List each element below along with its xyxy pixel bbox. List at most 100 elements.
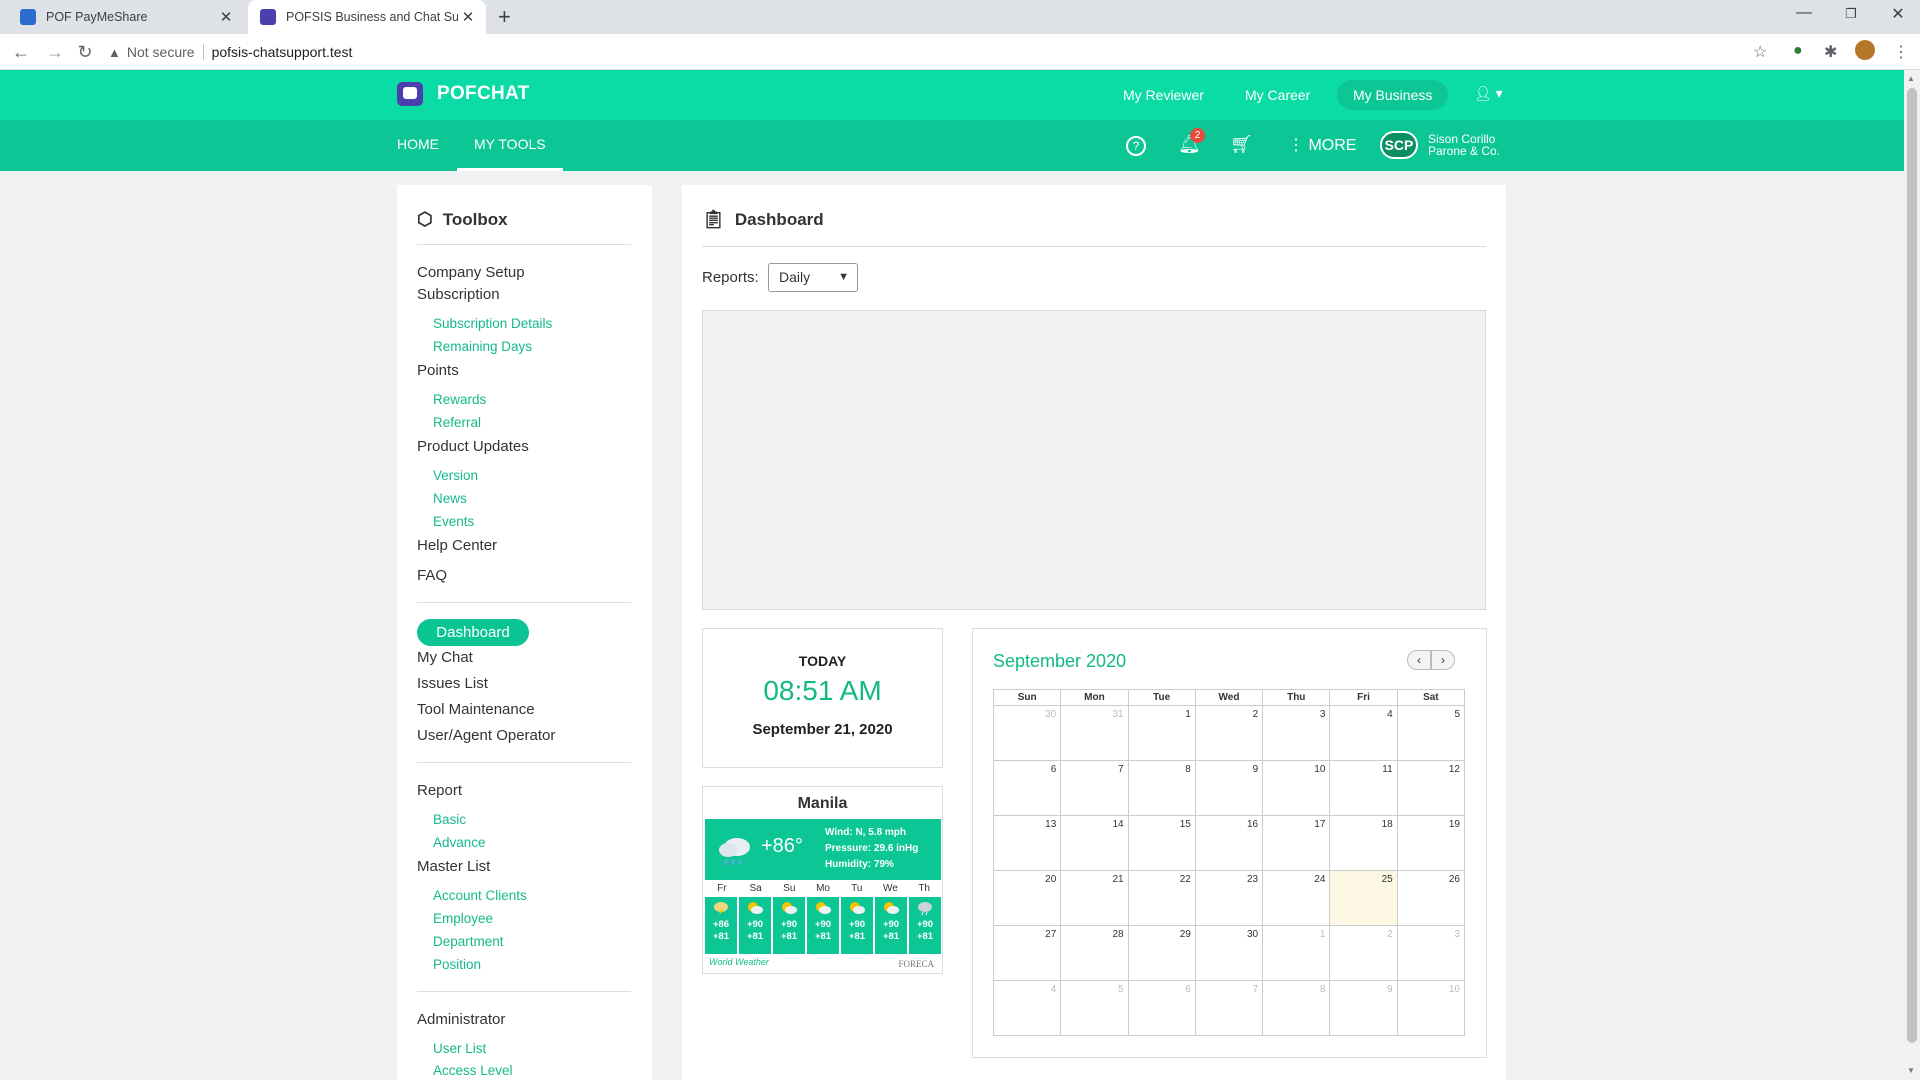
calendar-day[interactable]: 3 [1262,705,1331,761]
calendar-day[interactable]: 22 [1127,870,1196,926]
sidebar-item-account-clients[interactable]: Account Clients [433,888,527,903]
calendar-day[interactable]: 2 [1329,925,1398,981]
calendar-day[interactable]: 11 [1329,760,1398,816]
sidebar-item-master-list[interactable]: Master List [417,858,490,875]
sidebar-item-subscription[interactable]: Subscription [417,286,500,303]
calendar-day[interactable]: 20 [992,870,1062,926]
sidebar-item-report[interactable]: Report [417,782,462,799]
forward-icon[interactable]: → [44,41,66,63]
calendar-day[interactable]: 16 [1194,815,1264,871]
sidebar-item-employee[interactable]: Employee [433,911,493,926]
nav-my-business[interactable]: My Business [1337,80,1449,110]
sidebar-item-tool-maintenance[interactable]: Tool Maintenance [417,701,535,718]
close-tab-icon[interactable]: ✕ [216,8,236,26]
calendar-day[interactable]: 28 [1060,925,1129,981]
subnav-my-tools[interactable]: MY TOOLS [457,120,563,171]
browser-menu-icon[interactable]: ⋮ [1893,42,1909,62]
calendar-day[interactable]: 6 [992,760,1062,816]
minimize-icon[interactable]: — [1794,4,1814,22]
sidebar-item-rewards[interactable]: Rewards [433,392,486,407]
calendar-day[interactable]: 9 [1329,980,1398,1036]
scrollbar-thumb[interactable] [1907,88,1917,1043]
extension-icon[interactable]: ● [1793,42,1803,60]
calendar-day[interactable]: 10 [1262,760,1331,816]
calendar-day[interactable]: 3 [1396,925,1466,981]
calendar-day[interactable]: 8 [1127,760,1196,816]
calendar-day[interactable]: 7 [1194,980,1264,1036]
calendar-day[interactable]: 1 [1262,925,1331,981]
calendar-day[interactable]: 26 [1396,870,1466,926]
sidebar-item-remaining-days[interactable]: Remaining Days [433,339,532,354]
sidebar-item-user-list[interactable]: User List [433,1041,486,1056]
calendar-day[interactable]: 27 [992,925,1062,981]
calendar-day[interactable]: 7 [1060,760,1129,816]
bookmark-star-icon[interactable]: ☆ [1753,42,1767,62]
calendar-day-highlighted[interactable]: 25 [1329,870,1398,926]
new-tab-icon[interactable]: + [498,5,511,29]
calendar-day[interactable]: 2 [1194,705,1264,761]
calendar-day[interactable]: 13 [992,815,1062,871]
sidebar-item-position[interactable]: Position [433,957,481,972]
pofchat-logo[interactable]: POFCHAT [397,82,530,106]
sidebar-item-advance[interactable]: Advance [433,835,486,850]
nav-my-career[interactable]: My Career [1229,80,1326,110]
calendar-day[interactable]: 19 [1396,815,1466,871]
sidebar-item-issues-list[interactable]: Issues List [417,675,488,692]
calendar-day[interactable]: 23 [1194,870,1264,926]
sidebar-item-referral[interactable]: Referral [433,415,481,430]
sidebar-item-product-updates[interactable]: Product Updates [417,438,529,455]
browser-tab-pofsis[interactable]: POFSIS Business and Chat Support ✕ [248,0,486,34]
calendar-day[interactable]: 24 [1262,870,1331,926]
sidebar-item-department[interactable]: Department [433,934,504,949]
calendar-day[interactable]: 17 [1262,815,1331,871]
reports-select[interactable]: Daily ▼ [768,263,858,292]
calendar-day[interactable]: 18 [1329,815,1398,871]
calendar-prev-button[interactable]: ‹ [1407,650,1431,670]
scroll-up-icon[interactable]: ▲ [1907,74,1915,83]
extensions-puzzle-icon[interactable]: ✱ [1824,42,1837,62]
sidebar-item-dashboard[interactable]: Dashboard [417,619,529,646]
sidebar-item-news[interactable]: News [433,491,467,506]
calendar-day[interactable]: 10 [1396,980,1466,1036]
sidebar-item-my-chat[interactable]: My Chat [417,649,473,666]
back-icon[interactable]: ← [10,41,32,63]
calendar-day[interactable]: 29 [1127,925,1196,981]
nav-my-reviewer[interactable]: My Reviewer [1107,80,1220,110]
cart-icon[interactable]: 🛒︎ [1230,134,1253,155]
close-tab-icon[interactable]: ✕ [458,8,478,26]
calendar-day[interactable]: 1 [1127,705,1196,761]
page-scrollbar[interactable]: ▲ ▼ [1904,70,1920,1080]
calendar-day[interactable]: 31 [1060,705,1129,761]
calendar-day[interactable]: 4 [992,980,1062,1036]
calendar-day[interactable]: 30 [992,705,1062,761]
calendar-day[interactable]: 5 [1060,980,1129,1036]
sidebar-item-administrator[interactable]: Administrator [417,1011,505,1028]
world-weather-credit[interactable]: World Weather [709,957,769,967]
user-menu-icon[interactable]: 👤︎ ▾ [1474,85,1503,102]
sidebar-item-help-center[interactable]: Help Center [417,537,497,554]
subnav-home[interactable]: HOME [397,120,439,171]
help-icon[interactable]: ? [1126,136,1146,156]
calendar-day[interactable]: 14 [1060,815,1129,871]
sidebar-item-company-setup[interactable]: Company Setup [417,264,525,281]
sidebar-item-subscription-details[interactable]: Subscription Details [433,316,552,331]
sidebar-item-basic[interactable]: Basic [433,812,466,827]
calendar-day[interactable]: 15 [1127,815,1196,871]
weather-widget[interactable]: Manila +86° Wind: N, 5.8 mph Pressure: 2… [702,786,943,974]
calendar-day[interactable]: 21 [1060,870,1129,926]
calendar-day[interactable]: 8 [1262,980,1331,1036]
calendar-next-button[interactable]: › [1431,650,1455,670]
window-close-icon[interactable]: ✕ [1888,4,1908,24]
sidebar-item-version[interactable]: Version [433,468,478,483]
calendar-day[interactable]: 4 [1329,705,1398,761]
profile-avatar[interactable] [1855,40,1875,60]
reload-icon[interactable]: ↻ [74,41,96,63]
more-menu[interactable]: ⋮ MORE [1288,120,1356,171]
sidebar-item-points[interactable]: Points [417,362,459,379]
browser-tab-paymeshare[interactable]: POF PayMeShare ✕ [8,0,244,34]
calendar-day[interactable]: 30 [1194,925,1264,981]
sidebar-item-faq[interactable]: FAQ [417,567,447,584]
calendar-day[interactable]: 9 [1194,760,1264,816]
calendar-day[interactable]: 6 [1127,980,1196,1036]
company-logo[interactable]: SCP Sison Corillo Parone & Co. [1380,131,1500,159]
